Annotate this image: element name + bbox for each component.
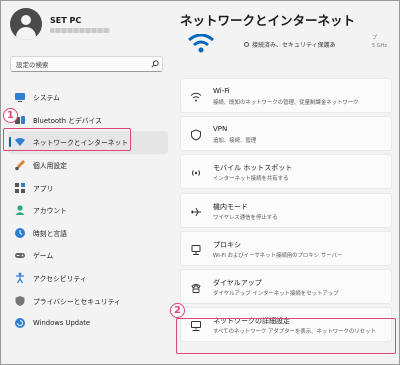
card-subtitle: Wi-Fi およびイーサネット接続用のプロキシ サーバー (213, 252, 343, 259)
account-icon (14, 204, 26, 216)
monitor-icon (14, 91, 26, 103)
annotation-badge-2: 2 (170, 303, 185, 318)
wifi-signal-icon (186, 33, 216, 58)
hotspot-icon (189, 166, 203, 180)
card-title: プロキシ (213, 240, 241, 249)
sidebar-item-windows-update[interactable]: Windows Update (8, 312, 168, 335)
profile-email-redacted (50, 27, 110, 33)
gamepad-icon (14, 249, 26, 261)
shield-icon (14, 295, 26, 307)
sidebar-item-label: アカウント (33, 207, 67, 216)
sidebar-item-label: プライバシーとセキュリティ (33, 297, 121, 306)
sidebar-item-label: Bluetooth とデバイス (33, 116, 102, 125)
sidebar-item-privacy-security[interactable]: プライバシーとセキュリティ (8, 289, 168, 312)
connection-status-text: 接続済み、セキュリティ保護あ (252, 42, 336, 49)
avatar (10, 8, 42, 40)
sidebar-item-accessibility[interactable]: アクセシビリティ (8, 267, 168, 290)
sidebar-item-label: システム (33, 94, 60, 103)
highlight-box-advanced-network (176, 318, 396, 354)
sidebar-item-gaming[interactable]: ゲーム (8, 244, 168, 267)
card-subtitle: 接続、既知のネットワークの管理、従量制課金ネットワーク (213, 100, 359, 106)
dialup-icon (189, 281, 203, 295)
hero-side-info: プ 5 GHz (372, 34, 387, 50)
sidebar-item-personalization[interactable]: 個人用設定 (8, 154, 168, 177)
sidebar-item-label: アプリ (33, 184, 54, 193)
sidebar-item-label: Windows Update (33, 319, 91, 328)
card-airplane-mode[interactable]: 機内モード ワイヤレス通信を停止する (180, 192, 392, 228)
card-title: ダイヤルアップ (213, 278, 262, 287)
card-vpn[interactable]: VPN 追加、接続、管理 (180, 116, 392, 152)
airplane-icon (189, 205, 203, 219)
search-input[interactable]: 設定の検索 (10, 56, 163, 72)
sidebar-item-system[interactable]: システム (8, 86, 168, 109)
wifi-icon (189, 90, 203, 104)
sidebar-item-apps[interactable]: アプリ (8, 176, 168, 199)
sidebar-item-label: ゲーム (33, 252, 54, 261)
card-proxy[interactable]: プロキシ Wi-Fi およびイーサネット接続用のプロキシ サーバー (180, 230, 392, 266)
proxy-icon (189, 243, 203, 257)
update-icon (14, 317, 26, 329)
sidebar-item-label: 時刻と言語 (33, 229, 67, 238)
profile-name: SET PC (50, 15, 82, 25)
page-title: ネットワークとインターネット (180, 13, 356, 28)
connection-status: 接続済み、セキュリティ保護あ (244, 40, 336, 49)
card-title: モバイル ホットスポット (213, 164, 293, 173)
sidebar-item-label: 個人用設定 (33, 162, 67, 171)
card-subtitle: 追加、接続、管理 (213, 138, 257, 145)
search-icon (148, 57, 162, 71)
sidebar-item-accounts[interactable]: アカウント (8, 199, 168, 222)
card-subtitle: ダイヤルアップ インターネット接続をセットアップ (213, 290, 339, 297)
hero-side-text-2: 5 GHz (372, 43, 388, 49)
globe-icon (244, 42, 249, 47)
card-title: VPN (213, 125, 228, 134)
card-title: Wi-Fi (213, 87, 230, 95)
highlight-box-network-nav (3, 128, 131, 151)
main-content: ネットワークとインターネット 接続済み、セキュリティ保護あ プ 5 GHz Wi… (172, 0, 400, 365)
connection-status-header: 接続済み、セキュリティ保護あ プ 5 GHz (172, 30, 400, 60)
card-dial-up[interactable]: ダイヤルアップ ダイヤルアップ インターネット接続をセットアップ (180, 268, 392, 304)
card-wifi[interactable]: Wi-Fi 接続、既知のネットワークの管理、従量制課金ネットワーク (180, 78, 392, 113)
clock-globe-icon (14, 227, 26, 239)
card-mobile-hotspot[interactable]: モバイル ホットスポット インターネット接続を共有する (180, 154, 392, 190)
accessibility-icon (14, 272, 26, 284)
card-title: 機内モード (213, 202, 248, 211)
sidebar-item-time-language[interactable]: 時刻と言語 (8, 222, 168, 245)
vpn-shield-icon (189, 128, 203, 142)
user-profile[interactable]: SET PC (10, 8, 110, 40)
hero-side-text-1: プ (372, 35, 378, 41)
annotation-badge-1: 1 (3, 108, 18, 123)
sidebar: SET PC 設定の検索 システム Bluetooth とデバイス ネットワーク… (0, 0, 172, 365)
settings-card-list: Wi-Fi 接続、既知のネットワークの管理、従量制課金ネットワーク VPN 追加… (180, 78, 392, 345)
card-subtitle: ワイヤレス通信を停止する (213, 214, 278, 221)
paintbrush-icon (14, 159, 26, 171)
card-subtitle: インターネット接続を共有する (213, 176, 289, 183)
apps-icon (14, 182, 26, 194)
sidebar-item-label: アクセシビリティ (33, 275, 87, 284)
search-placeholder: 設定の検索 (16, 61, 49, 69)
sidebar-nav: システム Bluetooth とデバイス ネットワークとインターネット 個人用設… (8, 86, 168, 335)
